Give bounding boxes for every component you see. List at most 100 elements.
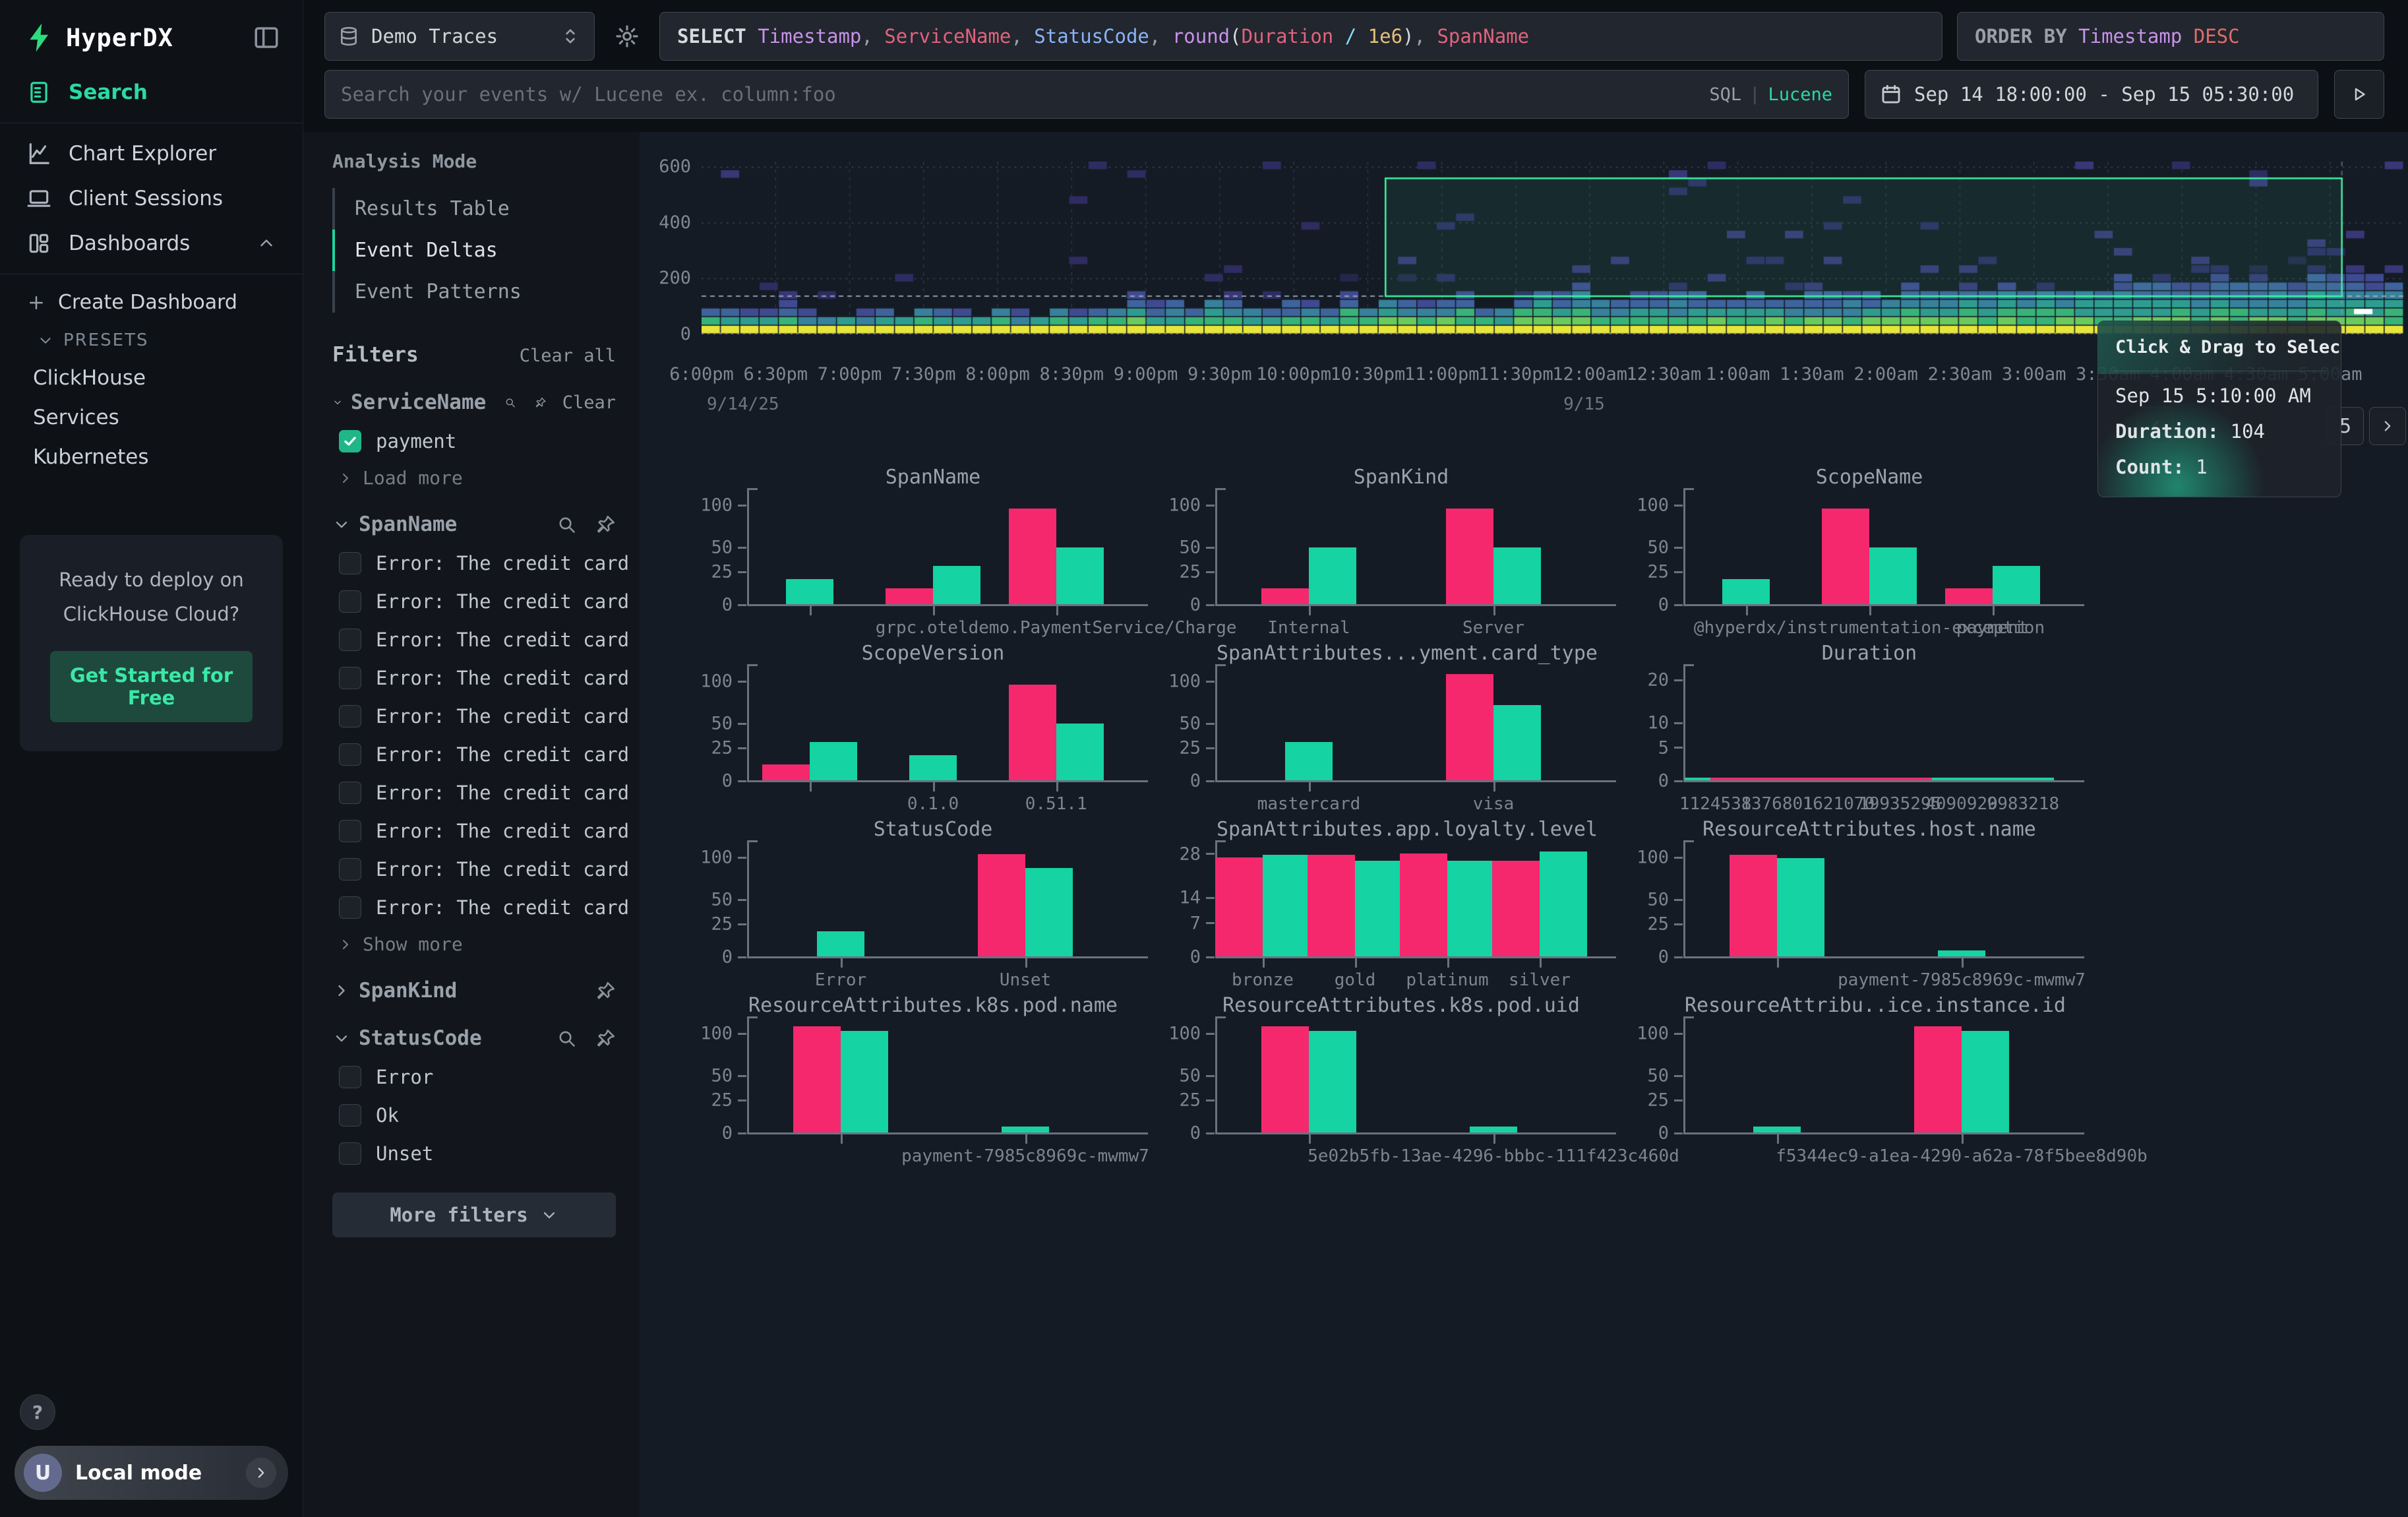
mode-sql-toggle[interactable]: SQL bbox=[1709, 84, 1741, 105]
bar-red[interactable] bbox=[1914, 1026, 1962, 1132]
chevron-down-icon[interactable] bbox=[332, 1029, 351, 1047]
bar-green[interactable] bbox=[1540, 851, 1587, 956]
analysis-option-results-table[interactable]: Results Table bbox=[332, 188, 616, 230]
checkbox-unchecked[interactable] bbox=[339, 1066, 361, 1088]
sidebar-collapse-icon[interactable] bbox=[253, 24, 280, 51]
checkbox-unchecked[interactable] bbox=[339, 820, 361, 842]
filter-option-error-the-credit-card[interactable]: Error: The credit card (… bbox=[339, 667, 616, 689]
filter-option-error-the-credit-card[interactable]: Error: The credit card (… bbox=[339, 782, 616, 804]
mini-chart-plot[interactable]: 02550100InternalServer bbox=[1217, 496, 1586, 605]
show-more-button[interactable]: Show more bbox=[338, 933, 616, 955]
preset-clickhouse[interactable]: ClickHouse bbox=[0, 358, 303, 398]
mini-chart-plot[interactable]: 02550100grpc.oteldemo.PaymentService/Cha… bbox=[748, 496, 1118, 605]
run-query-button[interactable] bbox=[2334, 70, 2384, 119]
presets-toggle[interactable]: PRESETS bbox=[0, 323, 303, 358]
user-menu[interactable]: U Local mode bbox=[15, 1446, 288, 1500]
checkbox-unchecked[interactable] bbox=[339, 667, 361, 689]
checkbox-unchecked[interactable] bbox=[339, 743, 361, 766]
analysis-option-event-patterns[interactable]: Event Patterns bbox=[332, 271, 616, 313]
sidebar-item-search[interactable]: Search bbox=[0, 70, 303, 115]
filter-option-error-the-credit-card[interactable]: Error: The credit card (… bbox=[339, 705, 616, 728]
filter-option-error-the-credit-card[interactable]: Error: The credit card (… bbox=[339, 896, 616, 919]
search-input[interactable]: Search your events w/ Lucene ex. column:… bbox=[324, 70, 1849, 119]
filter-option-error-the-credit-card[interactable]: Error: The credit card (… bbox=[339, 590, 616, 613]
filter-option-error-the-credit-card[interactable]: Error: The credit card (… bbox=[339, 629, 616, 651]
bar-red[interactable] bbox=[1009, 509, 1056, 604]
bar-green[interactable] bbox=[817, 931, 864, 956]
filter-option-error[interactable]: Error bbox=[339, 1066, 616, 1088]
checkbox-unchecked[interactable] bbox=[339, 896, 361, 919]
filter-option-error-the-credit-card[interactable]: Error: The credit card (… bbox=[339, 743, 616, 766]
mini-chart-plot[interactable]: 0510201124538137680116210701993529540909… bbox=[1685, 672, 2054, 781]
mini-chart-plot[interactable]: 02550100@hyperdx/instrumentation-excepti… bbox=[1685, 496, 2054, 605]
filter-option-payment[interactable]: payment bbox=[339, 430, 616, 452]
filter-option-error-the-credit-card[interactable]: Error: The credit card (… bbox=[339, 552, 616, 574]
search-icon[interactable] bbox=[504, 392, 516, 413]
mini-chart-plot[interactable]: 02550100ErrorUnset bbox=[748, 848, 1118, 957]
bar-red[interactable] bbox=[1446, 674, 1493, 780]
checkbox-unchecked[interactable] bbox=[339, 705, 361, 728]
bar-green[interactable] bbox=[1056, 547, 1104, 604]
bar-red[interactable] bbox=[1261, 588, 1309, 604]
bar-green[interactable] bbox=[1753, 1127, 1801, 1132]
chevron-down-icon[interactable] bbox=[332, 393, 343, 412]
analysis-option-event-deltas[interactable]: Event Deltas bbox=[332, 230, 616, 271]
bar-green[interactable] bbox=[1309, 547, 1356, 604]
bar-red[interactable] bbox=[1400, 853, 1447, 956]
bar-green[interactable] bbox=[1355, 861, 1402, 956]
checkbox-unchecked[interactable] bbox=[339, 782, 361, 804]
sidebar-item-client-sessions[interactable]: Client Sessions bbox=[0, 176, 303, 221]
source-settings-button[interactable] bbox=[609, 12, 645, 61]
pin-icon[interactable] bbox=[595, 514, 616, 535]
mini-chart-plot[interactable]: 02550100payment-7985c8969c-mwmw7 bbox=[748, 1024, 1118, 1133]
bar-green[interactable] bbox=[1056, 724, 1104, 780]
checkbox-unchecked[interactable] bbox=[339, 629, 361, 651]
create-dashboard-button[interactable]: Create Dashboard bbox=[0, 282, 303, 323]
bar-green[interactable] bbox=[841, 1031, 888, 1132]
filter-group-name[interactable]: StatusCode bbox=[359, 1026, 482, 1050]
order-by-input[interactable]: ORDER BY Timestamp DESC bbox=[1957, 12, 2384, 61]
load-more-button[interactable]: Load more bbox=[338, 467, 616, 489]
bar-green[interactable] bbox=[1470, 1127, 1517, 1132]
preset-services[interactable]: Services bbox=[0, 398, 303, 437]
chevron-down-icon[interactable] bbox=[332, 515, 351, 534]
pin-icon[interactable] bbox=[535, 392, 547, 413]
clear-servicename-button[interactable]: Clear bbox=[562, 392, 616, 413]
filter-group-name[interactable]: SpanKind bbox=[359, 979, 457, 1003]
bar-red[interactable] bbox=[1822, 509, 1869, 604]
filter-option-error-the-credit-card[interactable]: Error: The credit card (… bbox=[339, 820, 616, 842]
bar-red[interactable] bbox=[1730, 855, 1777, 956]
mini-chart-plot[interactable]: 071428bronzegoldplatinumsilver bbox=[1217, 848, 1586, 957]
mode-lucene-toggle[interactable]: Lucene bbox=[1768, 84, 1832, 105]
pin-icon[interactable] bbox=[595, 1028, 616, 1049]
pin-icon[interactable] bbox=[595, 981, 616, 1001]
mini-chart-plot[interactable]: 02550100mastercardvisa bbox=[1217, 672, 1586, 781]
bar-green[interactable] bbox=[909, 755, 957, 780]
checkbox-unchecked[interactable] bbox=[339, 1142, 361, 1165]
bar-green[interactable] bbox=[810, 742, 857, 780]
filter-option-error-the-credit-card[interactable]: Error: The credit card (… bbox=[339, 858, 616, 881]
sidebar-item-chart-explorer[interactable]: Chart Explorer bbox=[0, 131, 303, 176]
bar-red[interactable] bbox=[1446, 509, 1493, 604]
mini-chart-plot[interactable]: 02550100payment-7985c8969c-mwmw7 bbox=[1685, 848, 2054, 957]
bar-green[interactable] bbox=[786, 579, 833, 604]
bar-red[interactable] bbox=[1215, 857, 1263, 956]
bar-green[interactable] bbox=[1447, 861, 1495, 956]
bar-red[interactable] bbox=[1945, 588, 1993, 604]
get-started-button[interactable]: Get Started for Free bbox=[50, 651, 253, 722]
bar-green[interactable] bbox=[1263, 855, 1310, 956]
bar-green[interactable] bbox=[1938, 950, 1985, 956]
bar-red[interactable] bbox=[1009, 685, 1056, 780]
filter-group-name[interactable]: SpanName bbox=[359, 512, 457, 536]
mini-chart-plot[interactable]: 025501000.1.00.51.1 bbox=[748, 672, 1118, 781]
more-filters-button[interactable]: More filters bbox=[332, 1192, 616, 1237]
heatmap-next-page-button[interactable] bbox=[2369, 407, 2406, 445]
bar-red[interactable] bbox=[1492, 861, 1540, 956]
mini-chart-plot[interactable]: 02550100f5344ec9-a1ea-4290-a62a-78f5bee8… bbox=[1685, 1024, 2054, 1133]
checkbox-unchecked[interactable] bbox=[339, 552, 361, 574]
bar-red[interactable] bbox=[762, 764, 810, 780]
bar-green[interactable] bbox=[1493, 547, 1541, 604]
search-icon[interactable] bbox=[557, 1028, 577, 1049]
bar-green[interactable] bbox=[1309, 1031, 1356, 1132]
bar-green[interactable] bbox=[1722, 579, 1770, 604]
